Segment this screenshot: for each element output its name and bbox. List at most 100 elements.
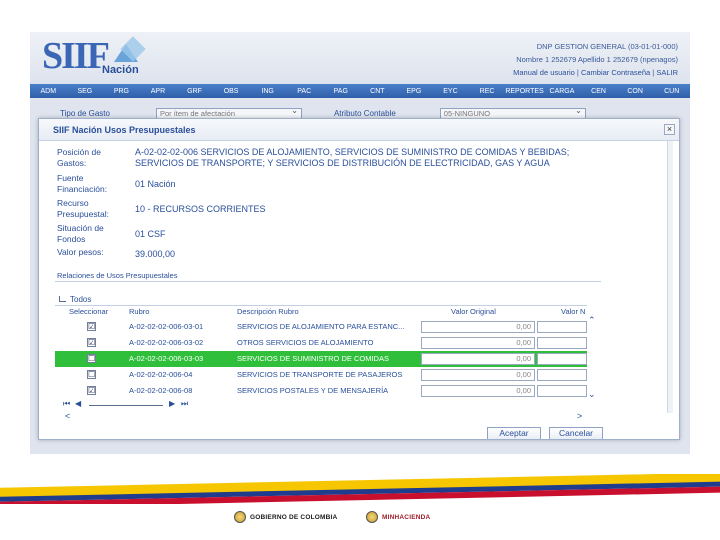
- menu-item-seg[interactable]: SEG: [67, 88, 104, 95]
- first-page-icon[interactable]: ⏮: [63, 399, 70, 409]
- valor-original-field[interactable]: 0,00: [421, 337, 535, 349]
- valor-nuevo-field[interactable]: [537, 385, 587, 397]
- menu-item-rec[interactable]: REC: [469, 88, 506, 95]
- row-checkbox[interactable]: ☑: [87, 386, 96, 395]
- menu-item-eyc[interactable]: EYC: [432, 88, 469, 95]
- menu-item-cun[interactable]: CUN: [653, 88, 690, 95]
- grid-pager: ⏮ ◀ ▶ ⏭: [63, 399, 203, 409]
- column-header-valor-n: Valor N: [561, 307, 586, 316]
- main-menu-bar: ADM SEG PRG APR GRF OBS ING PAC PAG CNT …: [30, 84, 690, 98]
- valor-original-field[interactable]: 0,00: [421, 369, 535, 381]
- section-title: Relaciones de Usos Presupuestales: [57, 271, 178, 280]
- menu-item-adm[interactable]: ADM: [30, 88, 67, 95]
- user-info: DNP GESTION GENERAL (03-01-01-000) Nombr…: [513, 40, 678, 79]
- link-separator: |: [576, 68, 579, 77]
- menu-item-reportes[interactable]: REPORTES: [505, 88, 543, 95]
- table-row-selected[interactable]: ☐ A-02-02-02-006-03-03 SERVICIOS DE SUMI…: [55, 351, 587, 367]
- coat-of-arms-icon: [366, 511, 378, 523]
- grid-vertical-scrollbar[interactable]: ⌃ ⌄: [588, 315, 600, 401]
- coat-of-arms-icon: [234, 511, 246, 523]
- pager-track[interactable]: [89, 405, 163, 406]
- table-row[interactable]: ☐ A-02-02-02-006-04 SERVICIOS DE TRANSPO…: [55, 367, 587, 383]
- row-rubro: A-02-02-02-006-08: [129, 386, 193, 395]
- row-descripcion: SERVICIOS DE SUMINISTRO DE COMIDAS: [237, 354, 389, 363]
- menu-item-pac[interactable]: PAC: [286, 88, 323, 95]
- tipo-gasto-label: Tipo de Gasto: [60, 108, 110, 118]
- valor-original-field[interactable]: 0,00: [421, 321, 535, 333]
- dialog-scrollbar[interactable]: [667, 141, 673, 413]
- gobierno-logo-text: GOBIERNO DE COLOMBIA: [250, 513, 338, 521]
- grid-horizontal-scrollbar[interactable]: < >: [65, 411, 587, 421]
- cancel-button[interactable]: Cancelar: [549, 427, 603, 439]
- valor-original-field[interactable]: 0,00: [421, 353, 535, 365]
- section-divider: [55, 281, 601, 282]
- menu-item-grf[interactable]: GRF: [176, 88, 213, 95]
- atributo-contable-select[interactable]: 05-NINGUNO: [439, 106, 586, 119]
- accept-button[interactable]: Aceptar: [487, 427, 541, 439]
- manual-link[interactable]: Manual de usuario: [513, 68, 575, 77]
- menu-item-epg[interactable]: EPG: [396, 88, 433, 95]
- row-checkbox[interactable]: ☐: [87, 370, 96, 379]
- gobierno-logo: GOBIERNO DE COLOMBIA: [234, 508, 337, 526]
- menu-item-pag[interactable]: PAG: [323, 88, 360, 95]
- tipo-gasto-select[interactable]: Por ítem de afectación: [155, 106, 302, 119]
- detail-label: Valor pesos:: [57, 247, 104, 257]
- detail-label: Fuente Financiación:: [57, 173, 108, 194]
- detail-label: Situación de Fondos: [57, 223, 104, 244]
- logout-link[interactable]: SALIR: [656, 68, 678, 77]
- detail-label: Posición de Gastos:: [57, 147, 101, 168]
- user-name: Nombre 1 252679 Apellido 1 252679 (npena…: [516, 55, 678, 64]
- valor-nuevo-field[interactable]: [537, 353, 587, 365]
- close-icon[interactable]: ×: [664, 124, 675, 135]
- column-header-rubro: Rubro: [129, 307, 150, 316]
- minhacienda-logo-text: MINHACIENDA: [382, 513, 431, 521]
- header-links: Manual de usuario | Cambiar Contraseña |…: [513, 66, 678, 79]
- valor-nuevo-field[interactable]: [537, 337, 587, 349]
- chevron-right-icon[interactable]: >: [577, 411, 582, 421]
- menu-item-ing[interactable]: ING: [249, 88, 286, 95]
- row-checkbox[interactable]: ☐: [87, 354, 96, 363]
- chevron-left-icon[interactable]: <: [65, 411, 70, 421]
- valor-nuevo-field[interactable]: [537, 369, 587, 381]
- detail-value: A-02-02-02-006 SERVICIOS DE ALOJAMIENTO,…: [135, 147, 570, 168]
- row-rubro: A-02-02-02-006-04: [129, 370, 193, 379]
- footer-flag-band: [0, 474, 720, 504]
- valor-nuevo-field[interactable]: [537, 321, 587, 333]
- row-rubro: A-02-02-02-006-03-02: [129, 338, 204, 347]
- row-checkbox[interactable]: ☑: [87, 338, 96, 347]
- row-descripcion: SERVICIOS DE TRANSPORTE DE PASAJEROS: [237, 370, 403, 379]
- row-descripcion: SERVICIOS POSTALES Y DE MENSAJERÍA: [237, 386, 389, 395]
- menu-item-carga[interactable]: CARGA: [544, 88, 581, 95]
- minhacienda-logo: MINHACIENDA: [366, 508, 430, 526]
- siif-logo: SIIF Nación: [42, 36, 146, 80]
- chevron-up-icon[interactable]: ⌃: [588, 315, 596, 326]
- column-header-valor-original: Valor Original: [451, 307, 496, 316]
- menu-item-obs[interactable]: OBS: [213, 88, 250, 95]
- detail-value: 01 CSF: [135, 229, 166, 239]
- tree-branch-icon: [59, 296, 66, 302]
- table-row[interactable]: ☑ A-02-02-02-006-03-01 SERVICIOS DE ALOJ…: [55, 319, 587, 335]
- column-header-seleccionar: Seleccionar: [69, 307, 109, 316]
- prev-page-icon[interactable]: ◀: [75, 399, 81, 408]
- tree-root-node[interactable]: Todos: [59, 295, 91, 304]
- menu-item-cnt[interactable]: CNT: [359, 88, 396, 95]
- menu-item-con[interactable]: CON: [617, 88, 654, 95]
- menu-item-apr[interactable]: APR: [140, 88, 177, 95]
- row-descripcion: OTROS SERVICIOS DE ALOJAMIENTO: [237, 338, 374, 347]
- row-checkbox[interactable]: ☑: [87, 322, 96, 331]
- detail-label: Recurso Presupuestal:: [57, 198, 109, 219]
- logo-subtitle: Nación: [102, 64, 139, 76]
- table-row[interactable]: ☑ A-02-02-02-006-03-02 OTROS SERVICIOS D…: [55, 335, 587, 351]
- chevron-down-icon[interactable]: ⌄: [588, 389, 596, 400]
- detail-panel: Posición de Gastos: A-02-02-02-006 SERVI…: [53, 141, 601, 265]
- row-rubro: A-02-02-02-006-03-01: [129, 322, 204, 331]
- dialog-title-bar: SIIF Nación Usos Presupuestales ×: [39, 119, 679, 141]
- valor-original-field[interactable]: 0,00: [421, 385, 535, 397]
- last-page-icon[interactable]: ⏭: [181, 399, 188, 409]
- next-page-icon[interactable]: ▶: [169, 399, 175, 408]
- menu-item-cen[interactable]: CEN: [580, 88, 617, 95]
- table-row[interactable]: ☑ A-02-02-02-006-08 SERVICIOS POSTALES Y…: [55, 383, 587, 399]
- menu-item-prg[interactable]: PRG: [103, 88, 140, 95]
- entity-name: DNP GESTION GENERAL (03-01-01-000): [536, 42, 678, 51]
- change-password-link[interactable]: Cambiar Contraseña: [581, 68, 650, 77]
